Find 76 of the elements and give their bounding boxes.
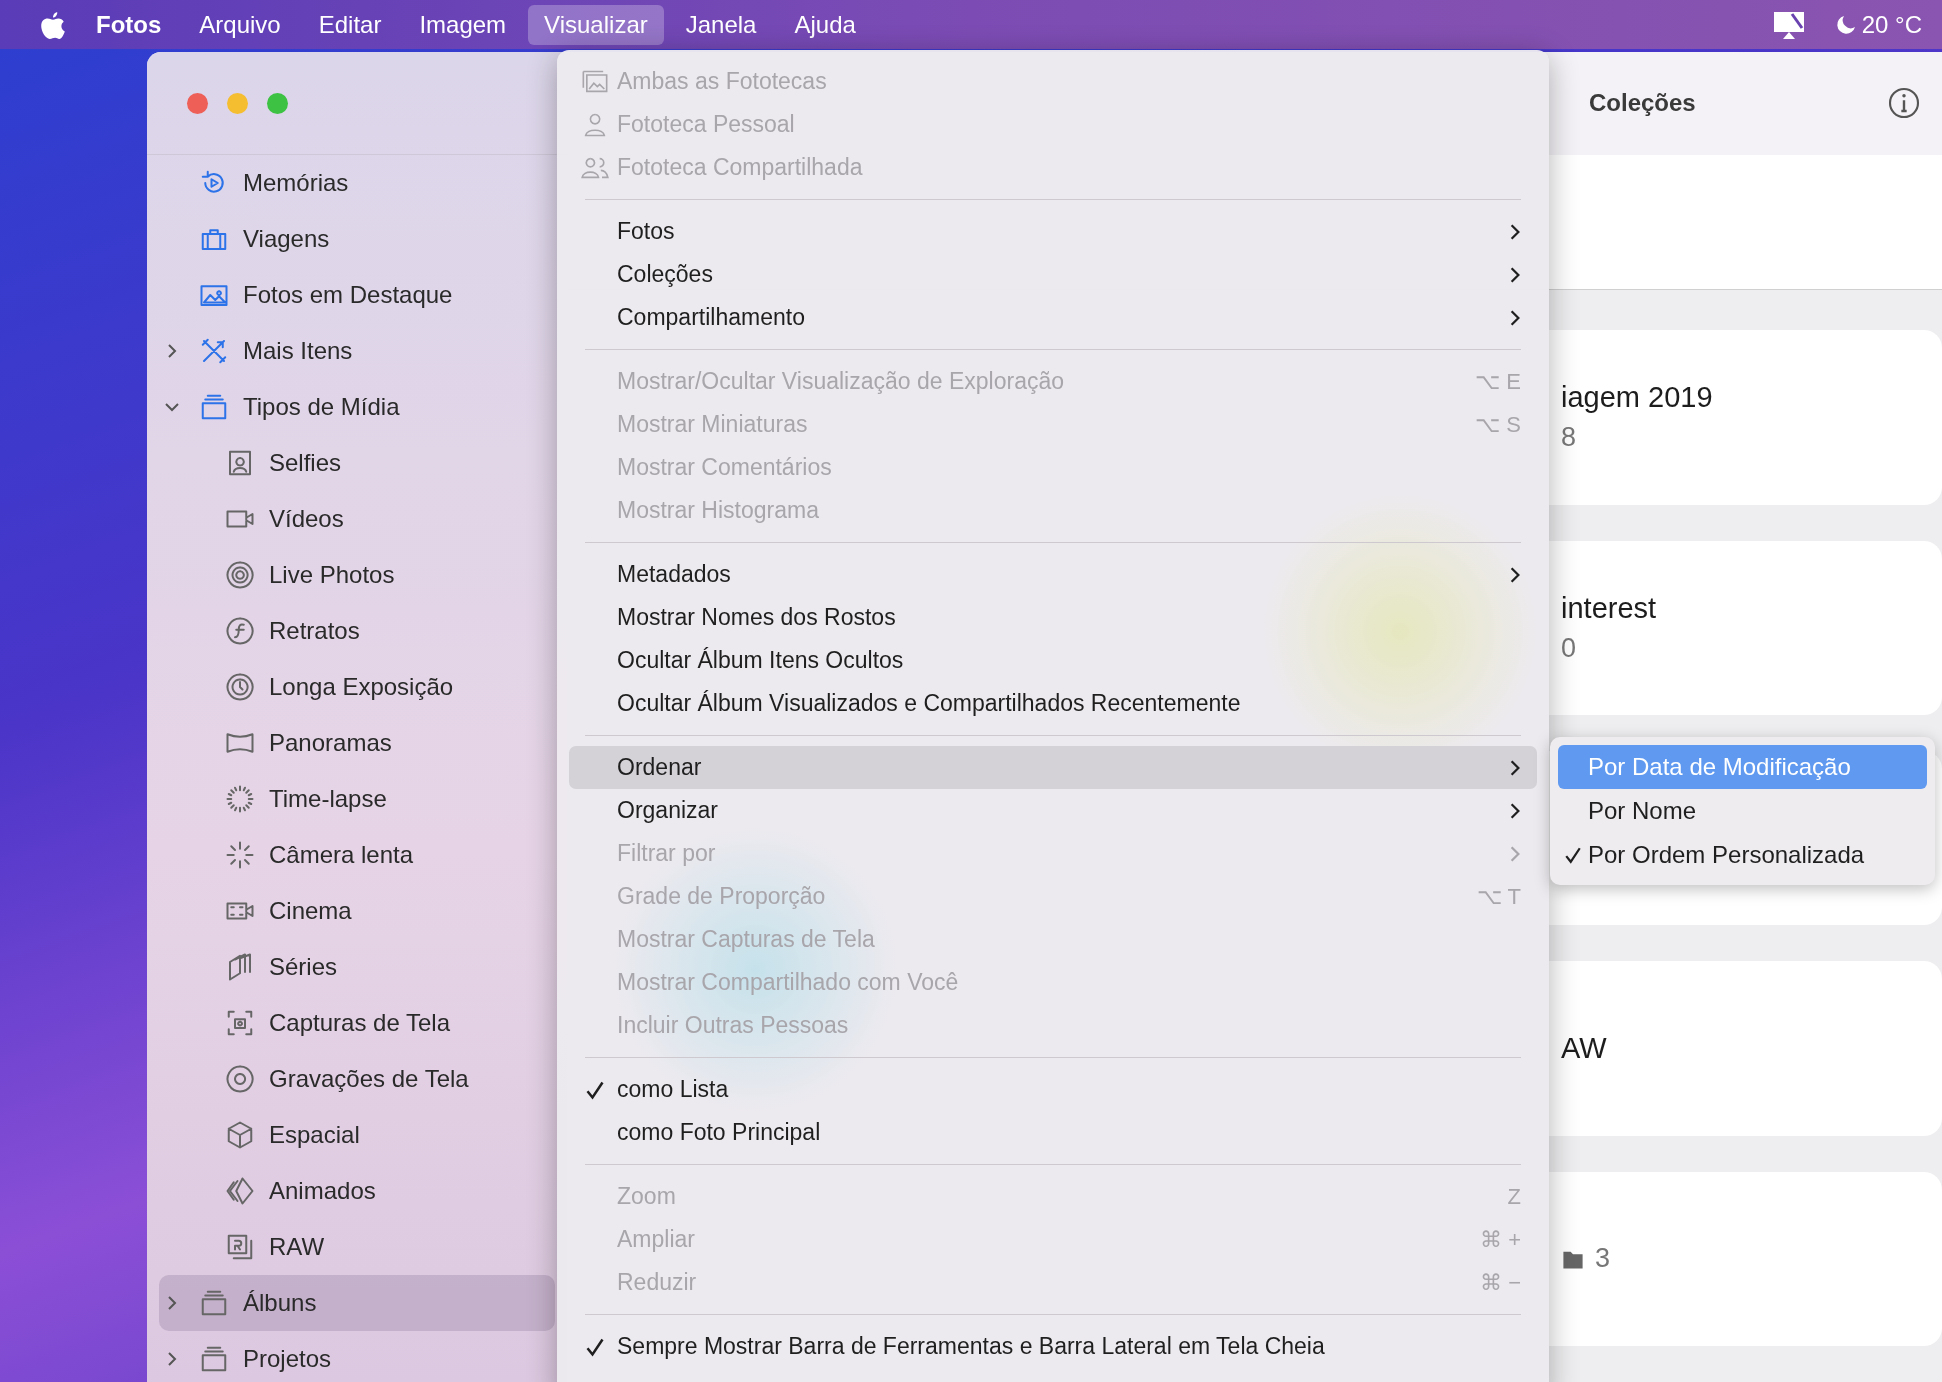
card-title: iagem 2019 (1561, 381, 1714, 415)
temperature[interactable]: 20 °C (1861, 10, 1922, 39)
disclosure-icon[interactable] (167, 1351, 177, 1367)
sidebar-item[interactable]: Retratos (159, 603, 555, 659)
menu-item[interactable]: como Foto Principal (569, 1111, 1537, 1154)
cube-icon (225, 1120, 255, 1150)
menu-item[interactable]: como Lista (569, 1068, 1537, 1111)
sidebar-item[interactable]: Séries (159, 939, 555, 995)
stack-icon (199, 392, 229, 422)
sidebar-item[interactable]: Câmera lenta (159, 827, 555, 883)
burst-icon (225, 840, 255, 870)
sidebar-item[interactable]: Álbuns (159, 1275, 555, 1331)
menu-item[interactable]: Mostrar Nomes dos Rostos (569, 596, 1537, 639)
shortcut-label: ⌥ E (1475, 368, 1521, 395)
stacked-squares-icon (225, 1232, 255, 1262)
stack-icon (199, 1344, 229, 1374)
sidebar-item[interactable]: Gravações de Tela (159, 1051, 555, 1107)
record-icon (225, 1064, 255, 1094)
sidebar-item[interactable]: Memórias (159, 155, 555, 211)
sidebar-item[interactable]: RAW (159, 1219, 555, 1275)
shortcut-label: ⌘ + (1480, 1226, 1521, 1253)
app-menu[interactable]: Fotos (96, 10, 162, 39)
menu-bar-item[interactable]: Imagem (403, 4, 523, 45)
layered-diamond-icon (225, 1176, 255, 1206)
menu-item[interactable]: Organizar (569, 789, 1537, 832)
sidebar-item[interactable]: Live Photos (159, 547, 555, 603)
sidebar-item[interactable]: Panoramas (159, 715, 555, 771)
concentric-circles-icon (225, 560, 255, 590)
sidebar-item[interactable]: Fotos em Destaque (159, 267, 555, 323)
sidebar-item[interactable]: Viagens (159, 211, 555, 267)
card-title: interest (1561, 591, 1658, 625)
menu-bar-item[interactable]: Editar (302, 4, 398, 45)
card-count: 3 (1561, 1243, 1942, 1275)
sidebar-item[interactable]: Vídeos (159, 491, 555, 547)
card-count: 0 (1561, 632, 1578, 664)
apple-icon[interactable] (40, 9, 66, 40)
menu-item[interactable]: Fotos (569, 210, 1537, 253)
sidebar-item[interactable]: Projetos (159, 1331, 555, 1382)
menu-item[interactable]: Compartilhamento (569, 296, 1537, 339)
shortcut-label: ⌥ S (1475, 411, 1521, 438)
shortcut-label: ⌥ T (1476, 883, 1521, 910)
tools-icon (199, 336, 229, 366)
sidebar-item[interactable]: Longa Exposição (159, 659, 555, 715)
disclosure-icon[interactable] (167, 1295, 177, 1311)
sidebar-item[interactable]: Time-lapse (159, 771, 555, 827)
sidebar-item[interactable]: Tipos de Mídia (159, 379, 555, 435)
sidebar-item[interactable]: Cinema (159, 883, 555, 939)
sidebar-item[interactable]: Capturas de Tela (159, 995, 555, 1051)
sidebar-item[interactable]: Selfies (159, 435, 555, 491)
menu-bar-item[interactable]: Janela (669, 4, 773, 45)
screenshot-icon (225, 1008, 255, 1038)
menu-item[interactable]: Coleções (569, 253, 1537, 296)
menu-item[interactable]: Ocultar Álbum Visualizados e Compartilhados Recentemente (569, 682, 1537, 725)
menu-bar-item[interactable]: Ajuda (778, 4, 872, 45)
sidebar-item[interactable]: Mais Itens (159, 323, 555, 379)
stack-icon (199, 1288, 229, 1318)
menu-item[interactable]: Metadados (569, 553, 1537, 596)
sidebar-item[interactable]: Animados (159, 1163, 555, 1219)
card-title: AW (1561, 1031, 1608, 1065)
submenu-item[interactable]: Por Nome (1558, 789, 1927, 833)
disclosure-icon[interactable] (167, 343, 177, 359)
menu-bar-item[interactable]: Visualizar (528, 4, 664, 45)
display-icon[interactable] (1771, 9, 1806, 40)
menu-bar-item[interactable]: Arquivo (183, 4, 297, 45)
sidebar-item[interactable]: Espacial (159, 1107, 555, 1163)
menu-item[interactable]: Ordenar (569, 746, 1537, 789)
disclosure-icon[interactable] (164, 402, 180, 412)
panel-title: Coleções (1589, 89, 1696, 118)
shortcut-label: ⌘ − (1480, 1269, 1521, 1296)
info-icon[interactable] (1888, 87, 1920, 120)
shortcut-label: Z (1507, 1183, 1521, 1210)
submenu-item[interactable]: Por Ordem Personalizada (1558, 833, 1927, 877)
timer-icon (225, 672, 255, 702)
menu-item[interactable]: Sempre Mostrar Barra de Ferramentas e Barra Lateral em Tela Cheia (569, 1325, 1537, 1368)
menu-item[interactable]: Ocultar Álbum Itens Ocultos (569, 639, 1537, 682)
card-count: 8 (1561, 422, 1578, 454)
